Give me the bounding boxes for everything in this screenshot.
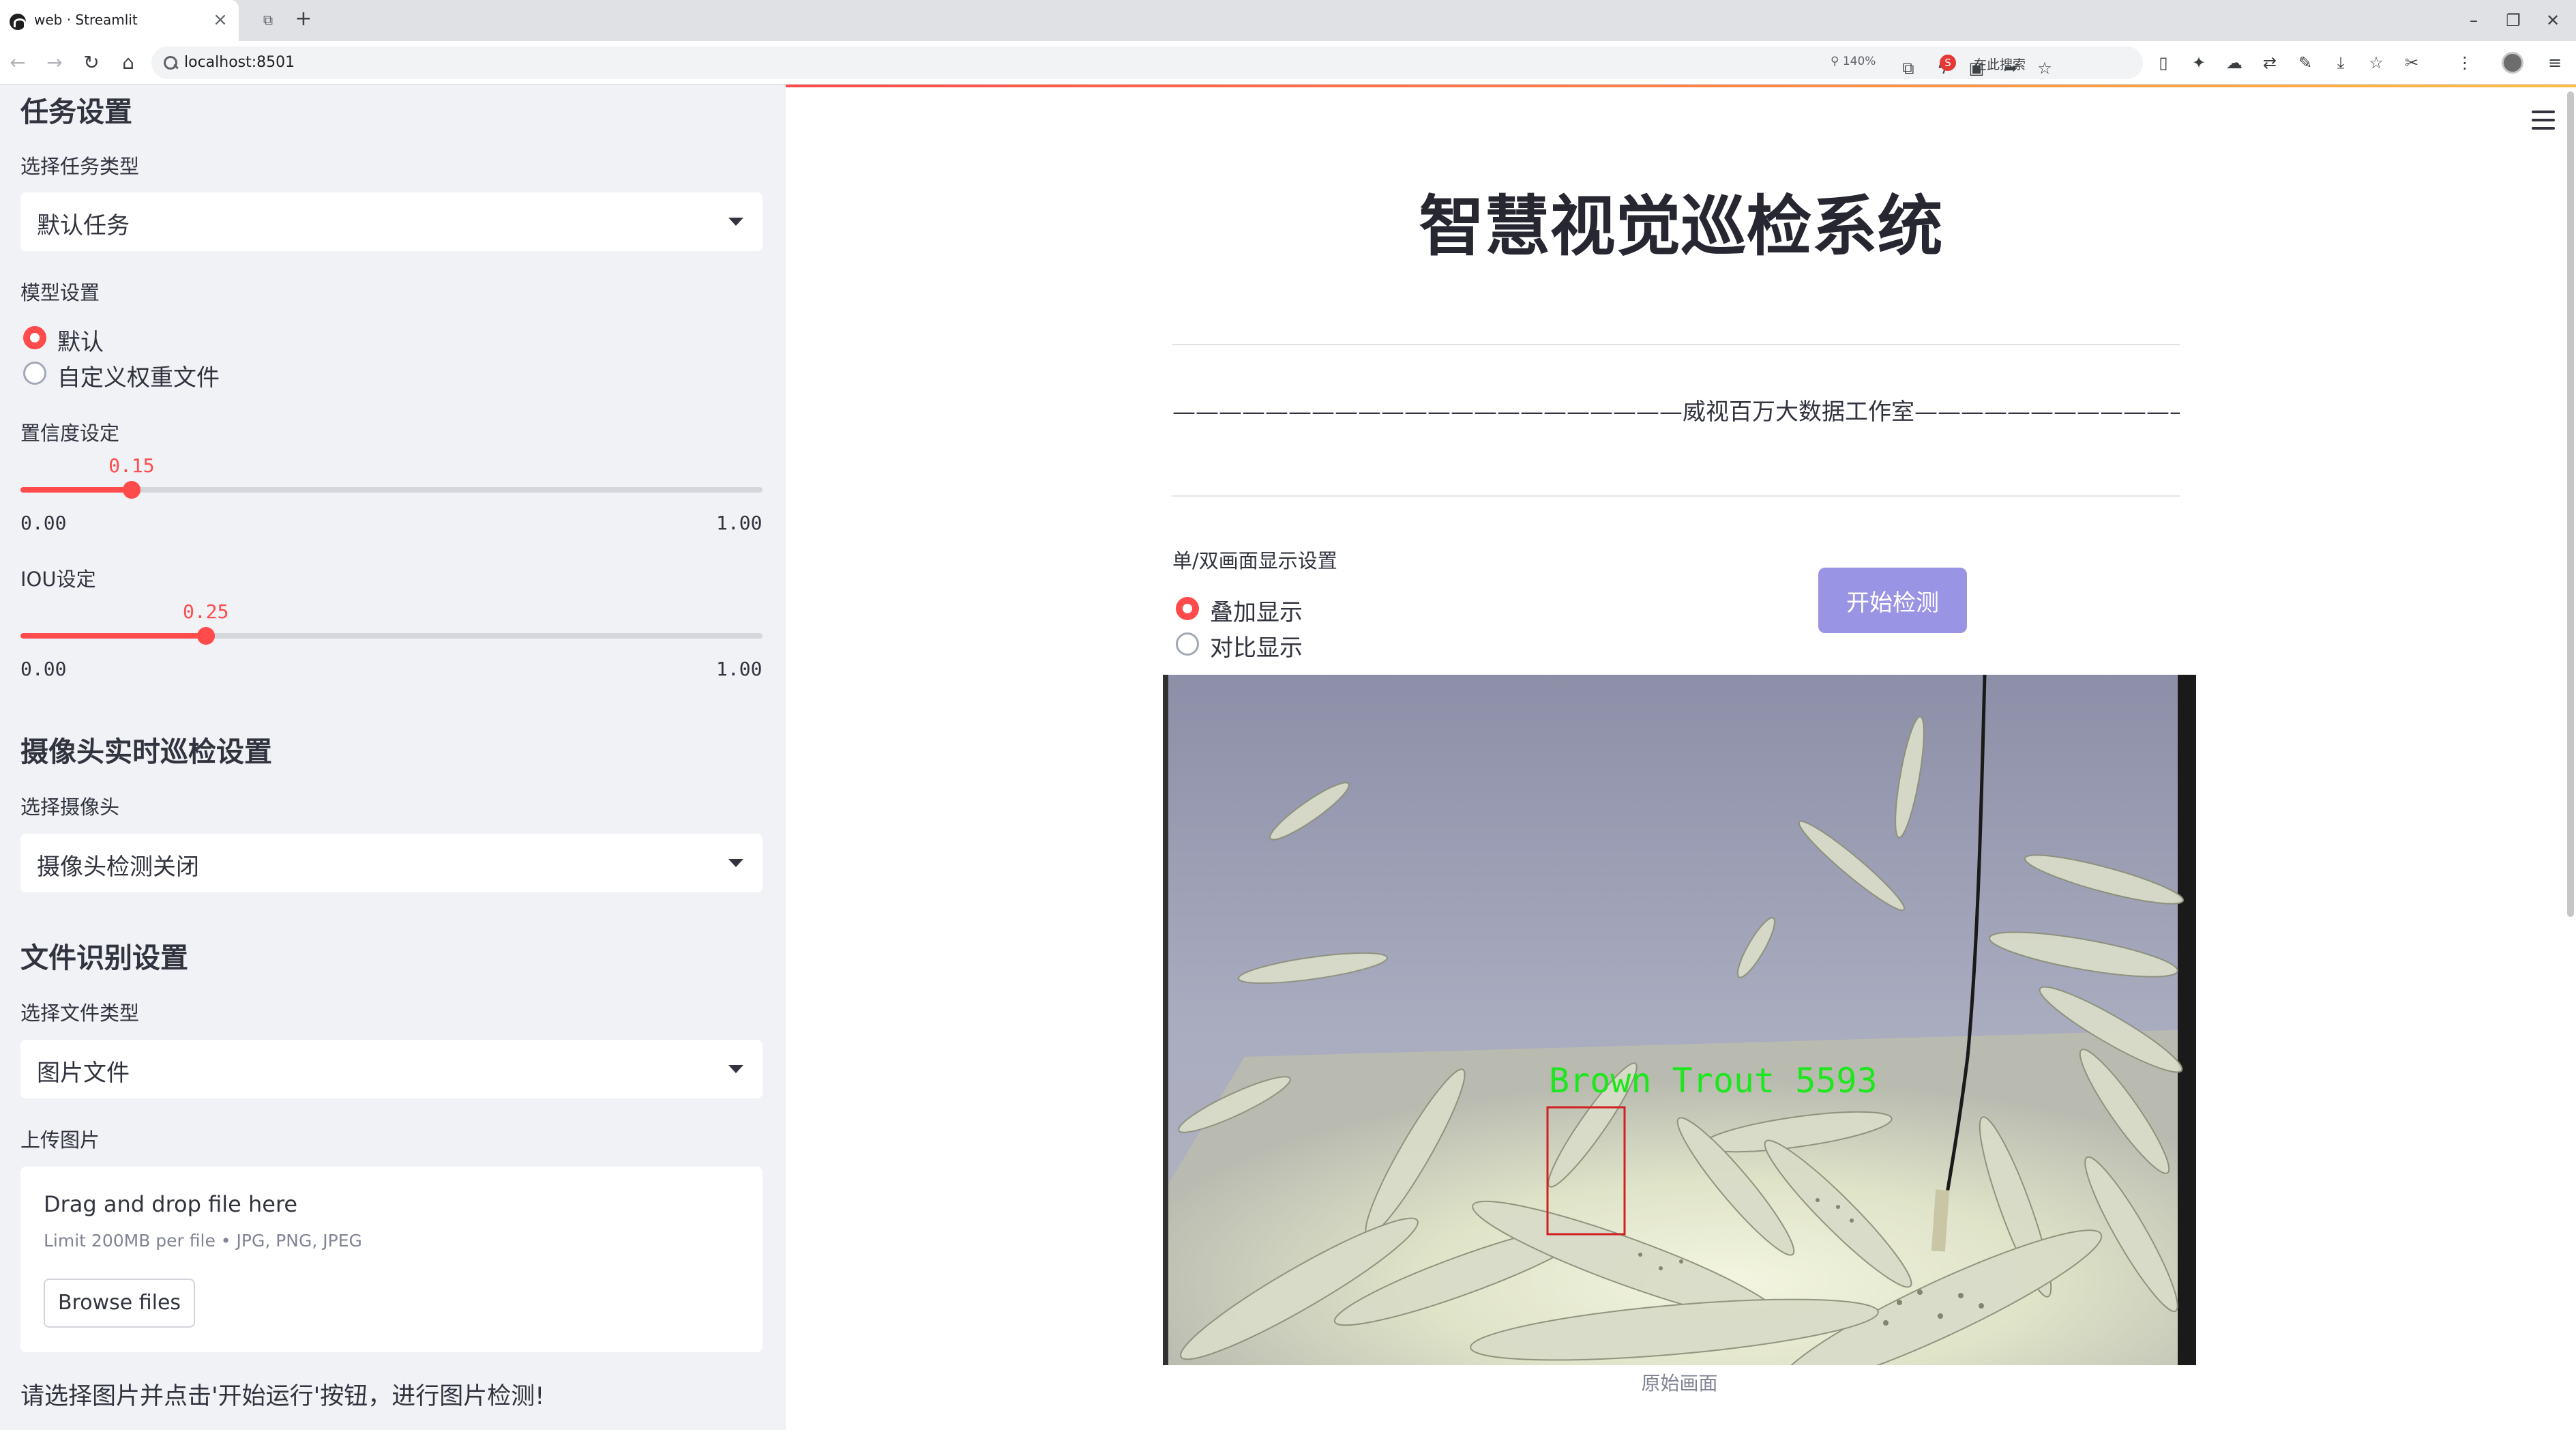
task-type-label: 选择任务类型 bbox=[20, 155, 140, 178]
confidence-min: 0.00 bbox=[20, 512, 67, 534]
more-menu-icon[interactable]: ⋮ bbox=[2454, 50, 2476, 75]
iou-slider[interactable] bbox=[20, 633, 763, 639]
favorites-icon[interactable]: ☆ bbox=[2365, 50, 2387, 75]
confidence-value: 0.15 bbox=[108, 454, 155, 477]
dropzone-title: Drag and drop file here bbox=[44, 1191, 298, 1217]
tab-title: web · Streamlit bbox=[34, 12, 138, 28]
fish-tank-scene: Brown Trout 5593 bbox=[1163, 675, 2196, 1365]
task-type-value: 默认任务 bbox=[37, 212, 130, 239]
file-type-select[interactable]: 图片文件 bbox=[20, 1040, 763, 1098]
search-engine-box[interactable]: S 在此搜索 bbox=[1936, 50, 2140, 75]
iou-min: 0.00 bbox=[20, 658, 67, 680]
browse-files-button[interactable]: Browse files bbox=[44, 1279, 195, 1328]
detection-image: Brown Trout 5593 bbox=[1163, 675, 2196, 1365]
file-dropzone[interactable]: Drag and drop file here Limit 200MB per … bbox=[20, 1167, 763, 1352]
iou-slider-thumb[interactable] bbox=[197, 627, 215, 645]
file-type-value: 图片文件 bbox=[37, 1060, 130, 1087]
extension-translate-icon[interactable]: ⇄ bbox=[2259, 50, 2281, 75]
header-decoration-bar bbox=[786, 85, 2576, 87]
model-label: 模型设置 bbox=[20, 281, 100, 304]
iou-max: 1.00 bbox=[716, 658, 763, 680]
reload-icon[interactable]: ↻ bbox=[79, 50, 104, 75]
detection-label: Brown Trout 5593 bbox=[1549, 1061, 1878, 1100]
close-window-icon[interactable]: ✕ bbox=[2536, 7, 2570, 34]
display-mode-label: 单/双画面显示设置 bbox=[1172, 549, 1337, 572]
display-radio-overlay[interactable] bbox=[1176, 597, 1199, 620]
confidence-label: 置信度设定 bbox=[20, 422, 120, 445]
address-bar[interactable]: localhost:8501 ⚲ 140% ⧉ ϟ ▣ ➦ ☆ bbox=[151, 46, 2143, 79]
new-tab-icon[interactable]: + bbox=[292, 7, 315, 31]
model-radio-default[interactable] bbox=[23, 326, 46, 349]
home-icon[interactable]: ⌂ bbox=[116, 50, 140, 75]
tab-close-icon[interactable]: × bbox=[210, 8, 231, 31]
page-title: 智慧视觉巡检系统 bbox=[1419, 188, 1943, 265]
extension-star-icon[interactable]: ✦ bbox=[2188, 50, 2210, 75]
search-engine-logo-icon: S bbox=[1940, 55, 1956, 71]
main-content: 智慧视觉巡检系统 ——————————————————————威视百万大数据工作… bbox=[786, 85, 2576, 1430]
file-section-title: 文件识别设置 bbox=[20, 942, 188, 974]
divider bbox=[1172, 344, 2180, 345]
zoom-level: 140% bbox=[1842, 55, 1876, 68]
minimize-icon[interactable]: – bbox=[2457, 7, 2491, 34]
iou-label: IOU设定 bbox=[20, 568, 96, 591]
display-option-compare-label: 对比显示 bbox=[1210, 634, 1303, 662]
iou-slider-fill bbox=[20, 633, 206, 639]
tab-group-icon[interactable]: ⧉ bbox=[258, 10, 278, 30]
studio-line: ——————————————————————威视百万大数据工作室————————… bbox=[1172, 398, 2180, 426]
streamlit-favicon-icon bbox=[10, 14, 26, 30]
model-option-default-label: 默认 bbox=[57, 329, 104, 356]
chevron-down-icon bbox=[728, 1065, 743, 1073]
task-type-select[interactable]: 默认任务 bbox=[20, 192, 763, 251]
chevron-down-icon bbox=[728, 859, 743, 867]
browser-tab-active[interactable]: web · Streamlit × bbox=[0, 0, 239, 41]
camera-select[interactable]: 摄像头检测关闭 bbox=[20, 834, 763, 892]
camera-value: 摄像头检测关闭 bbox=[37, 853, 199, 881]
divider bbox=[1172, 495, 2180, 497]
start-detection-button[interactable]: 开始检测 bbox=[1818, 568, 1967, 633]
sidebar: 任务设置 选择任务类型 默认任务 模型设置 默认 自定义权重文件 置信度设定 0… bbox=[0, 85, 786, 1430]
file-type-label: 选择文件类型 bbox=[20, 1002, 140, 1025]
sidebar-hint: 请选择图片并点击'开始运行'按钮，进行图片检测! bbox=[20, 1383, 545, 1410]
zoom-indicator[interactable]: ⚲ 140% bbox=[1831, 55, 1876, 68]
confidence-max: 1.00 bbox=[716, 512, 763, 534]
extension-cloud-icon[interactable]: ☁ bbox=[2223, 50, 2245, 75]
dropzone-limit: Limit 200MB per file • JPG, PNG, JPEG bbox=[44, 1231, 362, 1251]
model-option-custom-label: 自定义权重文件 bbox=[57, 364, 220, 392]
iou-value: 0.25 bbox=[183, 600, 229, 623]
site-search-icon bbox=[162, 55, 177, 70]
model-radio-custom[interactable] bbox=[23, 362, 46, 385]
forward-icon[interactable]: → bbox=[42, 50, 67, 75]
display-radio-compare[interactable] bbox=[1176, 632, 1199, 656]
back-icon[interactable]: ← bbox=[5, 50, 30, 75]
profile-avatar[interactable] bbox=[2502, 52, 2523, 74]
cut-tool-icon[interactable]: ✂ bbox=[2401, 50, 2423, 75]
restore-icon[interactable]: ❐ bbox=[2496, 7, 2530, 34]
image-caption: 原始画面 bbox=[1641, 1372, 1718, 1395]
extension-pen-icon[interactable]: ✎ bbox=[2294, 50, 2316, 75]
mobile-icon[interactable]: ▯ bbox=[2152, 50, 2174, 75]
chevron-down-icon bbox=[728, 218, 743, 226]
app-menu-icon[interactable] bbox=[2532, 111, 2555, 130]
upload-label: 上传图片 bbox=[20, 1128, 100, 1152]
browser-toolbar: ← → ↻ ⌂ localhost:8501 ⚲ 140% ⧉ ϟ ▣ ➦ ☆ … bbox=[0, 41, 2576, 85]
display-option-overlay-label: 叠加显示 bbox=[1210, 599, 1303, 626]
translate-icon[interactable]: ⧉ bbox=[1897, 56, 1919, 81]
confidence-slider-thumb[interactable] bbox=[123, 481, 141, 499]
browser-tab-bar: web · Streamlit × ⧉ + – ❐ ✕ bbox=[0, 0, 2576, 41]
camera-label: 选择摄像头 bbox=[20, 796, 120, 819]
url-text: localhost:8501 bbox=[184, 54, 295, 71]
confidence-slider-fill bbox=[20, 487, 132, 493]
task-section-title: 任务设置 bbox=[20, 96, 132, 128]
download-icon[interactable]: ⤓ bbox=[2330, 50, 2352, 75]
search-engine-label: 在此搜索 bbox=[1974, 57, 2026, 72]
camera-section-title: 摄像头实时巡检设置 bbox=[20, 735, 272, 768]
browser-menu-icon[interactable]: ≡ bbox=[2544, 50, 2566, 75]
